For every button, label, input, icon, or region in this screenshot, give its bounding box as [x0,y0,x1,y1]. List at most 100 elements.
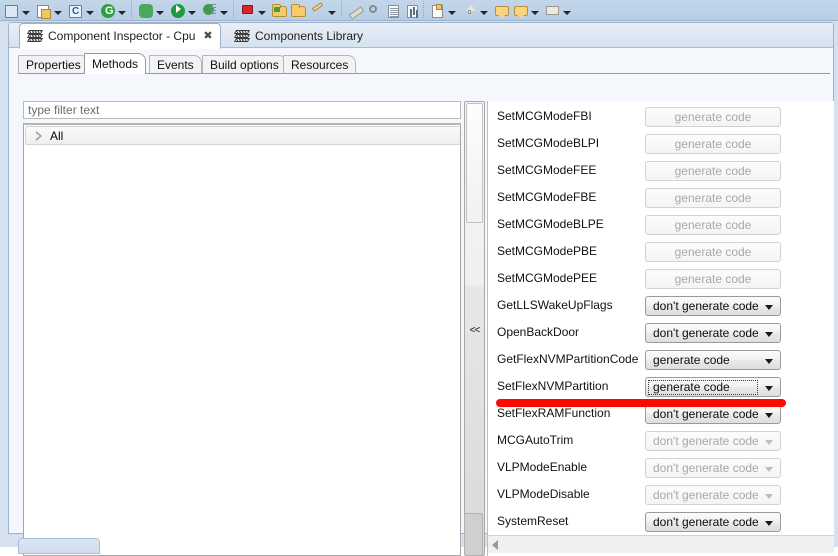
tab-methods[interactable]: Methods [84,53,147,74]
chevron-down-icon[interactable] [479,8,488,17]
collapse-left-button[interactable]: << [465,319,484,341]
scroll-left-arrow-icon[interactable] [492,540,498,550]
open-resource-icon [290,0,306,17]
tab-resources[interactable]: Resources [283,55,357,74]
chevron-down-icon[interactable] [447,8,456,17]
tab-label: Resources [291,58,349,72]
chevron-down-icon[interactable] [21,8,30,17]
refresh-icon[interactable]: G [98,0,116,18]
method-value-label: don't generate code [653,515,758,529]
clean-icon[interactable] [346,0,364,16]
method-row: SetMCGModeFEE generate code [488,157,834,184]
chevron-down-icon[interactable] [530,8,539,17]
generate-code-dropdown[interactable]: don't generate code [645,404,781,424]
filter-input[interactable] [23,101,461,119]
generate-code-dropdown[interactable]: generate code [645,377,781,397]
method-row: SetMCGModeBLPI generate code [488,130,834,157]
chevron-down-icon[interactable] [562,8,571,17]
generate-code-dropdown[interactable]: don't generate code [645,512,781,532]
tab-label: Methods [92,57,139,71]
chevron-down-icon[interactable] [765,359,773,364]
save-icon[interactable] [2,0,20,18]
task-icon[interactable] [428,0,446,18]
c-project-icon[interactable]: C [66,0,84,18]
build-icon[interactable] [308,0,326,16]
chevron-down-icon[interactable] [765,521,773,526]
generate-code-dropdown[interactable]: generate code [645,350,781,370]
toolbar-separator [341,1,342,18]
component-inspector-view: Component Inspector - Cpu ✖ Components L… [8,22,834,556]
tree-scrollbar-thumb[interactable] [464,513,483,556]
chevron-down-icon[interactable] [219,8,228,17]
sash-thumb[interactable] [466,103,483,223]
method-row: SetMCGModePEE generate code [488,265,834,292]
tab-label: Events [157,58,194,72]
outline-icon[interactable] [384,0,402,18]
search-icon[interactable] [365,0,383,16]
chevron-down-icon[interactable] [765,467,773,472]
chevron-down-icon[interactable] [765,440,773,445]
tab-properties[interactable]: Properties [18,55,89,74]
chevron-down-icon[interactable] [765,386,773,391]
new-c-file-icon[interactable] [34,0,52,19]
chevron-down-icon[interactable] [187,8,196,17]
open-folder-icon[interactable] [270,0,288,17]
chevron-down-icon[interactable] [765,413,773,418]
processor-expert-icon[interactable] [238,0,256,16]
save-icon [3,0,19,18]
method-name: SetFlexNVMPartition [497,379,609,393]
method-row: OpenBackDoor don't generate code [488,319,834,346]
new-c-file-icon [35,0,51,19]
red-highlight-line [496,399,786,407]
tab-label: Component Inspector - Cpu [48,29,196,43]
generate-code-dropdown[interactable]: don't generate code [645,296,781,316]
forward-annotation-icon[interactable] [511,0,529,19]
method-value-label: don't generate code [653,299,758,313]
generate-code-dropdown[interactable]: don't generate code [645,323,781,343]
generate-code-button: generate code [645,215,781,235]
next-icon[interactable] [543,0,561,16]
tab-component-inspector-cpu[interactable]: Component Inspector - Cpu ✖ [19,23,221,49]
external-tools-icon[interactable] [200,0,218,16]
open-resource-icon[interactable] [289,0,307,17]
panel-sash[interactable]: << [464,101,485,556]
tab-label: Properties [26,58,81,72]
methods-tree-panel: All [23,101,461,556]
generate-code-button: generate code [645,188,781,208]
chevron-right-icon[interactable] [36,130,43,141]
chevron-down-icon[interactable] [53,8,62,17]
up-arrow-icon[interactable] [460,0,478,16]
c-project-icon: C [67,0,83,18]
chevron-down-icon[interactable] [765,332,773,337]
chevron-down-icon[interactable] [257,8,266,17]
generate-code-dropdown: don't generate code [645,485,781,505]
chevron-down-icon[interactable] [155,8,164,17]
chevron-down-icon[interactable] [765,305,773,310]
debug-bug-icon[interactable] [136,0,154,18]
chevron-down-icon[interactable] [117,8,126,17]
tab-build-options[interactable]: Build options [202,55,287,74]
method-value-label: generate code [674,191,752,205]
chart-icon[interactable] [403,0,421,18]
focus-ring [648,380,758,395]
method-name: SetMCGModePBE [497,244,598,258]
taskbar-item-stub[interactable] [18,538,100,554]
methods-tree[interactable]: All [23,123,461,556]
methods-horizontal-scrollbar[interactable] [487,535,834,553]
method-name: SetMCGModeFBI [497,109,592,123]
tree-item-all[interactable]: All [25,126,460,145]
chevron-down-icon[interactable] [765,494,773,499]
method-value-label: don't generate code [653,488,758,502]
method-row: SetMCGModeFBI generate code [488,103,834,130]
chevron-down-icon[interactable] [327,8,336,17]
run-icon [169,0,185,18]
methods-list-panel: SetMCGModeFBI generate code SetMCGModeBLPI… [487,101,834,556]
run-icon[interactable] [168,0,186,18]
tab-components-library[interactable]: Components Library [227,24,370,48]
back-annotation-icon[interactable] [492,0,510,19]
tab-events[interactable]: Events [149,55,202,74]
open-folder-icon [271,0,287,17]
chevron-down-icon[interactable] [85,8,94,17]
close-icon[interactable]: ✖ [203,30,212,42]
method-value-label: generate code [674,110,752,124]
